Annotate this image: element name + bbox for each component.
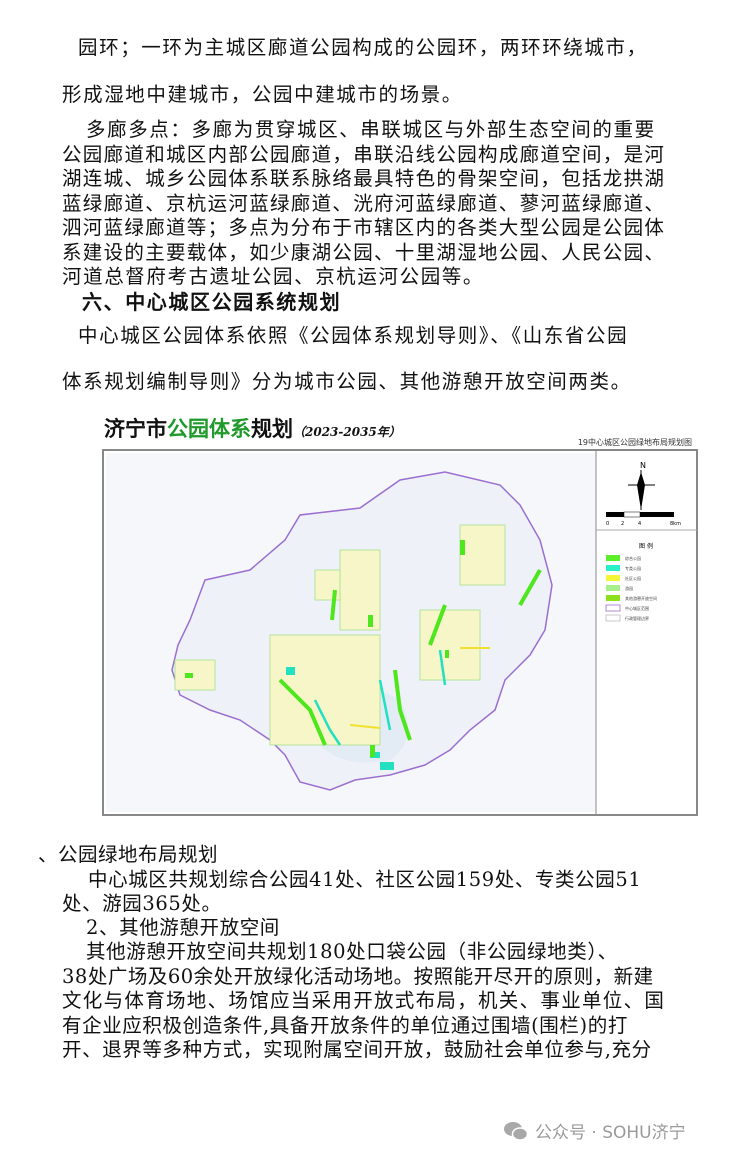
paragraph-line: 系建设的主要载体，如少康湖公园、十里湖湿地公园、人民公园、 xyxy=(62,241,666,264)
legend-label: 中心城区范围 xyxy=(625,605,649,611)
legend-swatch xyxy=(606,555,620,561)
wechat-icon xyxy=(504,1121,529,1141)
map-title: 济宁市公园体系规划（2023-2035年） xyxy=(104,416,401,441)
paragraph-line: 开、退界等多种方式，实现附属空间开放，鼓励社会单位参与,充分 xyxy=(62,1038,652,1061)
svg-text:2: 2 xyxy=(621,521,624,527)
paragraph-line: 泗河蓝绿廊道等；多点为分布于市辖区内的各类大型公园是公园体 xyxy=(62,216,666,239)
park-layout-map: 济宁市公园体系规划（2023-2035年） 19中心城区公园绿地布局规划图 N … xyxy=(100,410,700,820)
paragraph-line: 、公园绿地布局规划 xyxy=(38,843,219,866)
paragraph-line: 公园廊道和城区内部公园廊道，串联沿线公园构成廊道空间，是河 xyxy=(62,143,666,166)
legend-swatch xyxy=(606,575,620,581)
legend-swatch xyxy=(606,585,620,591)
paragraph-line: 处、游园365处。 xyxy=(62,892,222,915)
paragraph-line: 湖连城、城乡公园体系联系脉络最具特色的骨架空间，包括龙拱湖 xyxy=(62,167,666,190)
legend-label: 社区公园 xyxy=(625,575,641,581)
paragraph-line: 38处广场及60余处开放绿化活动场地。按照能开尽开的原则，新建 xyxy=(62,965,654,988)
paragraph-line: 蓝绿廊道、京杭运河蓝绿廊道、洸府河蓝绿廊道、蓼河蓝绿廊道、 xyxy=(62,192,666,215)
svg-text:4: 4 xyxy=(638,521,641,527)
legend-label: 专类公园 xyxy=(625,565,641,571)
paragraph-line: 园环；一环为主城区廊道公园构成的公园环，两环环绕城市， xyxy=(78,36,648,59)
legend-swatch xyxy=(606,565,620,571)
legend-swatch xyxy=(605,614,621,622)
legend-title: 图 例 xyxy=(639,542,653,550)
legend-swatch xyxy=(605,604,621,612)
legend-swatch xyxy=(606,595,620,601)
section-heading: 六、中心城区公园系统规划 xyxy=(82,290,342,314)
legend-label: 行政管理边界 xyxy=(625,615,649,621)
paragraph-line: 2、其他游憩开放空间 xyxy=(86,916,280,939)
legend-label: 游园 xyxy=(625,585,633,591)
paragraph-line: 有企业应积极创造条件,具备开放条件的单位通过围墙(围栏)的打 xyxy=(62,1014,628,1037)
legend-label: 综合公园 xyxy=(625,555,641,561)
paragraph-line: 河道总督府考古遗址公园、京杭运河公园等。 xyxy=(62,265,485,288)
paragraph-line: 中心城区公园体系依照《公园体系规划导则》、《山东省公园 xyxy=(78,324,629,347)
paragraph-line: 体系规划编制导则》分为城市公园、其他游憩开放空间两类。 xyxy=(62,370,632,393)
watermark-text: 公众号 · SOHU济宁 xyxy=(535,1123,686,1143)
paragraph-line: 文化与体育场地、场馆应当采用开放式布局，机关、事业单位、国 xyxy=(62,989,666,1012)
svg-text:8km: 8km xyxy=(670,521,681,527)
paragraph-line: 其他游憩开放空间共规划180处口袋公园（非公园绿地类）、 xyxy=(86,940,618,963)
paragraph-line: 多廊多点：多廊为贯穿城区、串联城区与外部生态空间的重要 xyxy=(86,118,656,141)
watermark: 公众号 · SOHU济宁 xyxy=(503,1118,686,1143)
legend-label: 其他游憩开放空间 xyxy=(625,595,657,601)
svg-text:N: N xyxy=(640,461,646,470)
paragraph-line: 中心城区共规划综合公园41处、社区公园159处、专类公园51 xyxy=(88,868,642,891)
map-subtitle: 19中心城区公园绿地布局规划图 xyxy=(578,437,692,447)
paragraph-line: 形成湿地中建城市，公园中建城市的场景。 xyxy=(62,83,463,106)
svg-text:0: 0 xyxy=(606,521,609,527)
